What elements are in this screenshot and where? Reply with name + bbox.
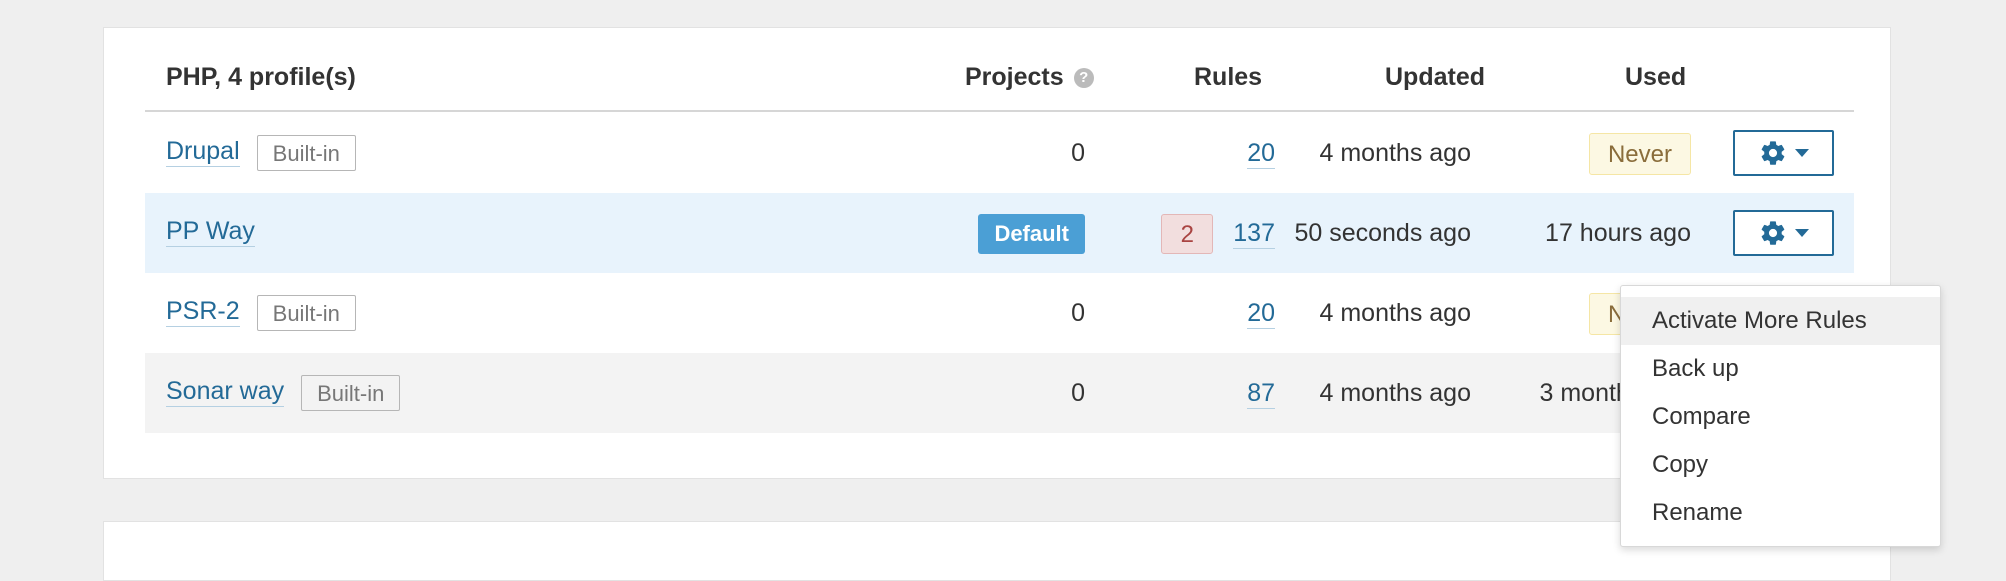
built-in-badge: Built-in (256, 295, 356, 331)
updated-value: 4 months ago (1319, 379, 1472, 407)
default-cell: Default (945, 193, 1085, 273)
profile-name-cell: PP Way (166, 193, 255, 273)
rules-count-cell: 2 137 (1105, 193, 1275, 273)
profile-actions-menu: Activate More Rules Back up Compare Copy… (1620, 285, 1941, 547)
language-title: PHP, 4 profile(s) (166, 63, 356, 91)
projects-count: 0 (1071, 299, 1085, 327)
built-in-badge: Built-in (256, 135, 356, 171)
table-row: Sonar way Built-in 0 87 4 months ago 3 m… (145, 353, 1854, 433)
table-header: PHP, 4 profile(s) Projects? Rules Update… (145, 28, 1854, 112)
table-row: PP Way Default 2 137 50 seconds ago 17 ho… (145, 193, 1854, 273)
table-row: Drupal Built-in 0 20 4 months ago Never (145, 113, 1854, 193)
rules-count-link[interactable]: 20 (1247, 301, 1275, 329)
profile-name-link[interactable]: PP Way (166, 219, 255, 247)
menu-item-back-up[interactable]: Back up (1621, 345, 1940, 393)
rules-count-link[interactable]: 137 (1233, 221, 1275, 249)
rules-count-cell: 87 (1195, 353, 1275, 433)
profile-name-link[interactable]: PSR-2 (166, 299, 240, 327)
built-in-badge: Built-in (301, 375, 401, 411)
profile-name-link[interactable]: Drupal (166, 139, 240, 167)
rules-count-link[interactable]: 20 (1247, 141, 1275, 169)
used-header: Used (1625, 63, 1687, 91)
never-used-badge: Never (1588, 133, 1691, 176)
projects-count: 0 (1071, 139, 1085, 167)
table-row: PSR-2 Built-in 0 20 4 months ago Never (145, 273, 1854, 353)
caret-down-icon (1794, 149, 1809, 157)
profile-name-link[interactable]: Sonar way (166, 379, 285, 407)
rules-count-link[interactable]: 87 (1247, 381, 1275, 409)
updated-value: 4 months ago (1319, 139, 1472, 167)
menu-item-compare[interactable]: Compare (1621, 393, 1940, 441)
used-value: 17 hours ago (1545, 219, 1691, 247)
projects-header-label: Projects (965, 63, 1064, 91)
projects-count: 0 (1071, 379, 1085, 407)
default-badge: Default (978, 214, 1085, 254)
updated-header: Updated (1385, 63, 1485, 91)
profile-name-cell: Sonar way Built-in (166, 353, 401, 433)
projects-header: Projects? (965, 63, 1094, 92)
deprecated-rules-badge[interactable]: 2 (1161, 214, 1214, 255)
gear-icon (1759, 219, 1787, 247)
profile-name-cell: PSR-2 Built-in (166, 273, 356, 353)
rules-header: Rules (1194, 63, 1263, 91)
help-icon[interactable]: ? (1073, 68, 1094, 88)
updated-value: 4 months ago (1319, 299, 1472, 327)
menu-item-copy[interactable]: Copy (1621, 441, 1940, 489)
menu-item-activate-more-rules[interactable]: Activate More Rules (1621, 297, 1940, 345)
rules-count-cell: 20 (1195, 273, 1275, 353)
profile-actions-button[interactable] (1733, 130, 1834, 176)
menu-item-rename[interactable]: Rename (1621, 489, 1940, 537)
profile-name-cell: Drupal Built-in (166, 113, 356, 193)
caret-down-icon (1794, 229, 1809, 237)
rules-count-cell: 20 (1195, 113, 1275, 193)
gear-icon (1759, 139, 1787, 167)
updated-value: 50 seconds ago (1294, 219, 1471, 247)
profile-actions-button[interactable] (1733, 210, 1834, 256)
used-cell: Never (1485, 113, 1691, 193)
